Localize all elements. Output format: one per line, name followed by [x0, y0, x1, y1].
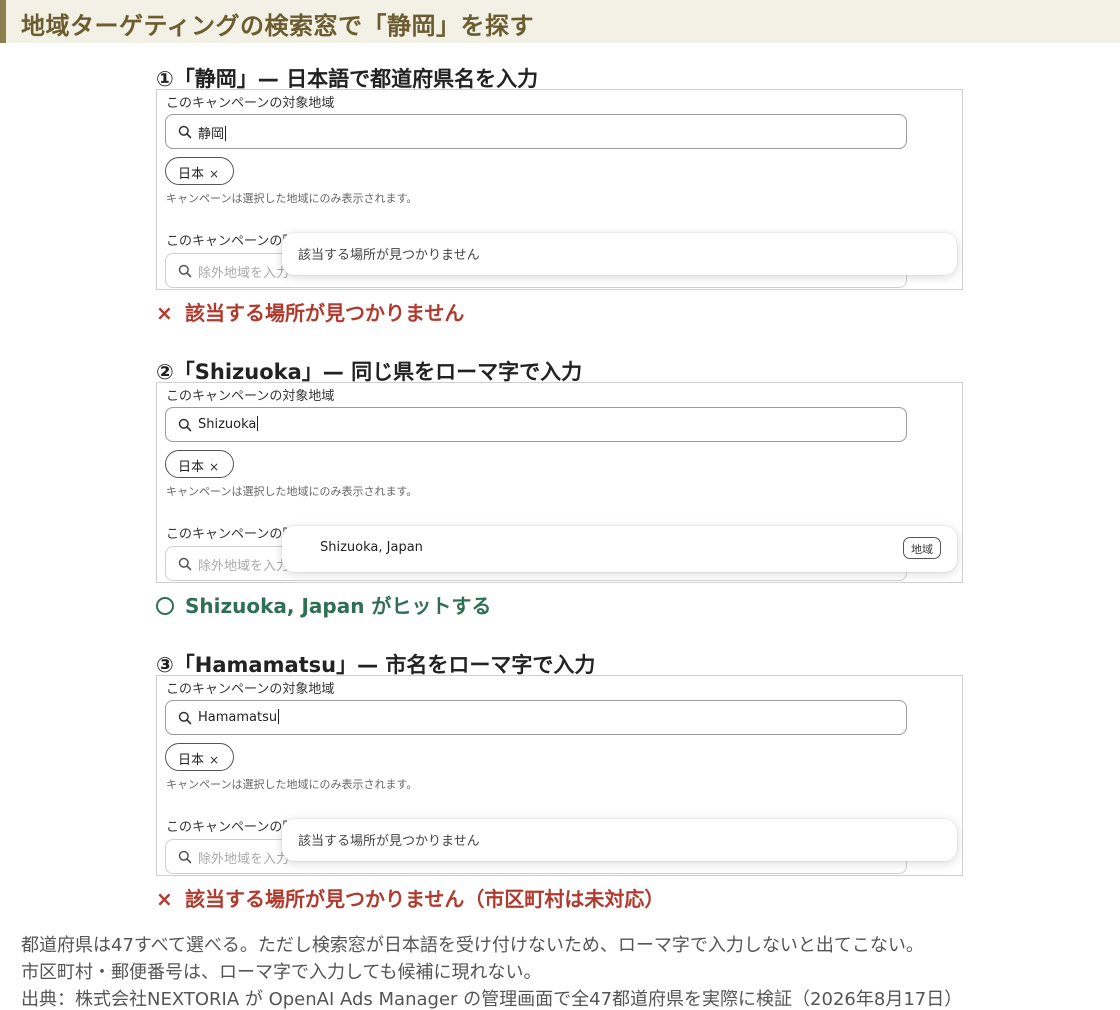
verdict-text: 該当する場所が見つかりません	[185, 301, 465, 325]
exclude-region-label: このキャンペーンの除	[166, 234, 296, 249]
chip-remove-icon[interactable]: ×	[209, 460, 219, 474]
target-region-label: このキャンペーンの対象地域	[166, 96, 335, 111]
cross-icon: ×	[156, 301, 173, 325]
exclude-placeholder: 除外地域を入力	[198, 852, 290, 867]
search-dropdown: 該当する場所が見つかりません	[282, 819, 957, 861]
step-3: ③「Hamamatsu」— 市名をローマ字で入力 このキャンペーンの対象地域 H…	[156, 649, 976, 919]
search-dropdown: 該当する場所が見つかりません	[282, 233, 957, 275]
screenshot-panel: このキャンペーンの対象地域 Hamamatsu 日本 × キャンペーンは選択した地…	[156, 675, 963, 876]
title-bar: 地域ターゲティングの検索窓で「静岡」を探す	[0, 0, 1120, 43]
targeting-note: キャンペーンは選択した地域にのみ表示されます。	[166, 192, 418, 205]
verdict-fail: × 該当する場所が見つかりません（市区町村は未対応）	[156, 883, 664, 912]
verdict-success: Shizuoka, Japan がヒットする	[156, 590, 491, 619]
verdict-fail: × 該当する場所が見つかりません	[156, 297, 464, 326]
country-chip[interactable]: 日本 ×	[165, 450, 234, 478]
text-caret	[257, 416, 259, 431]
targeting-note: キャンペーンは選択した地域にのみ表示されます。	[166, 778, 418, 791]
exclude-placeholder: 除外地域を入力	[198, 266, 290, 281]
result-option[interactable]: Shizuoka, Japan	[320, 540, 423, 555]
region-type-badge: 地域	[903, 537, 941, 559]
targeting-note: キャンペーンは選択した地域にのみ表示されます。	[166, 485, 418, 498]
target-search-input[interactable]: Shizuoka	[165, 407, 907, 442]
search-icon	[178, 849, 192, 868]
footer-notes: 都道府県は47すべて選べる。ただし検索窓が日本語を受け付けないため、ローマ字で入…	[21, 932, 962, 1010]
target-region-label: このキャンペーンの対象地域	[166, 389, 335, 404]
search-icon	[178, 710, 192, 729]
exclude-region-label: このキャンペーンの除	[166, 820, 296, 835]
text-caret	[278, 709, 280, 724]
search-icon	[178, 556, 192, 575]
no-results-message: 該当する場所が見つかりません	[298, 834, 480, 849]
search-icon	[178, 417, 192, 436]
step-heading: ①「静岡」— 日本語で都道府県名を入力	[156, 67, 539, 91]
target-region-label: このキャンペーンの対象地域	[166, 682, 335, 697]
search-icon	[178, 263, 192, 282]
no-results-message: 該当する場所が見つかりません	[298, 248, 480, 263]
target-search-input[interactable]: 静岡	[165, 114, 907, 149]
step-heading: ②「Shizuoka」— 同じ県をローマ字で入力	[156, 360, 583, 384]
search-value: 静岡	[198, 126, 227, 142]
step-2: ②「Shizuoka」— 同じ県をローマ字で入力 このキャンペーンの対象地域 S…	[156, 356, 976, 626]
search-dropdown: Shizuoka, Japan 地域	[282, 526, 957, 572]
country-chip[interactable]: 日本 ×	[165, 743, 234, 771]
search-icon	[178, 124, 192, 143]
page-title: 地域ターゲティングの検索窓で「静岡」を探す	[21, 12, 535, 40]
chip-label: 日本	[178, 167, 205, 182]
country-chip[interactable]: 日本 ×	[165, 157, 234, 185]
verdict-text: Shizuoka, Japan がヒットする	[185, 594, 492, 618]
step-1: ①「静岡」— 日本語で都道府県名を入力 このキャンペーンの対象地域 静岡 日本 ×…	[156, 63, 976, 333]
source-credit: 出典：株式会社NEXTORIA が OpenAI Ads Manager の管理…	[21, 989, 963, 1010]
screenshot-panel: このキャンペーンの対象地域 静岡 日本 × キャンペーンは選択した地域にのみ表示さ…	[156, 89, 963, 290]
exclude-placeholder: 除外地域を入力	[198, 559, 290, 574]
exclude-region-label: このキャンペーンの除	[166, 527, 296, 542]
target-search-input[interactable]: Hamamatsu	[165, 700, 907, 735]
chip-label: 日本	[178, 460, 205, 475]
circle-icon	[156, 597, 174, 615]
chip-label: 日本	[178, 753, 205, 768]
chip-remove-icon[interactable]: ×	[209, 753, 219, 767]
footer-line: 都道府県は47すべて選べる。ただし検索窓が日本語を受け付けないため、ローマ字で入…	[21, 935, 924, 956]
cross-icon: ×	[156, 887, 173, 911]
verdict-text: 該当する場所が見つかりません（市区町村は未対応）	[185, 887, 665, 911]
chip-remove-icon[interactable]: ×	[209, 167, 219, 181]
search-value: Hamamatsu	[198, 709, 280, 725]
search-value: Shizuoka	[198, 416, 259, 432]
text-caret	[225, 126, 227, 141]
footer-line: 市区町村・郵便番号は、ローマ字で入力しても候補に現れない。	[21, 962, 542, 983]
screenshot-panel: このキャンペーンの対象地域 Shizuoka 日本 × キャンペーンは選択した地域…	[156, 382, 963, 583]
step-heading: ③「Hamamatsu」— 市名をローマ字で入力	[156, 653, 596, 677]
